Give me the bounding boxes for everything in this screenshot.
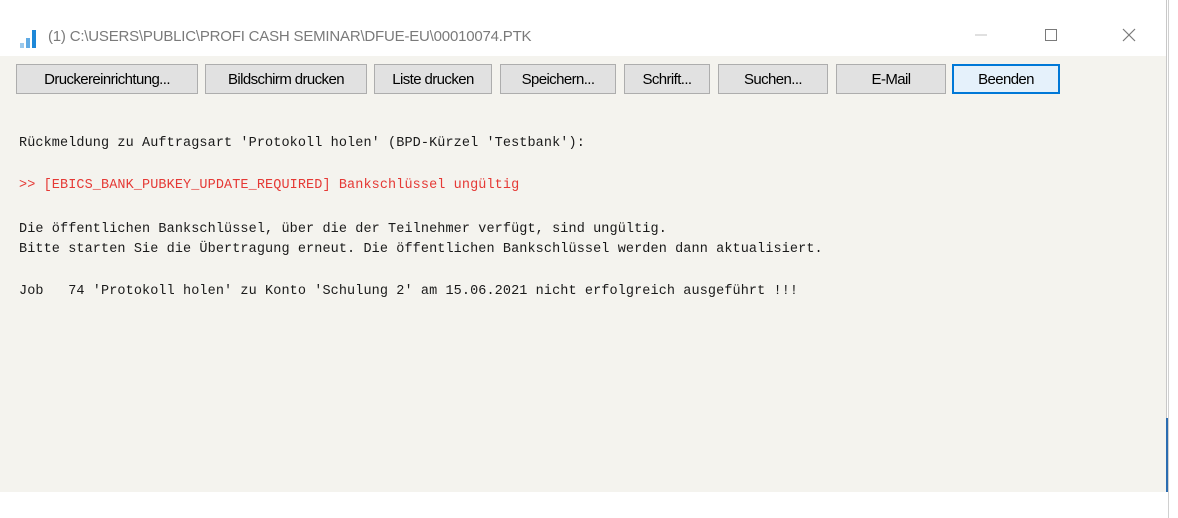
bildschirm-drucken-button[interactable]: Bildschirm drucken (205, 64, 367, 94)
title-bar: (1) C:\USERS\PUBLIC\PROFI CASH SEMINAR\D… (0, 0, 1166, 56)
suchen-button[interactable]: Suchen... (718, 64, 828, 94)
email-button[interactable]: E-Mail (836, 64, 946, 94)
maximize-icon (1045, 29, 1057, 41)
speichern-button[interactable]: Speichern... (500, 64, 616, 94)
druckereinrichtung-button[interactable]: Druckereinrichtung... (16, 64, 198, 94)
liste-drucken-button[interactable]: Liste drucken (374, 64, 492, 94)
message-line-2: Bitte starten Sie die Übertragung erneut… (19, 242, 823, 257)
window-title: (1) C:\USERS\PUBLIC\PROFI CASH SEMINAR\D… (48, 28, 532, 45)
job-status-line: Job 74 'Protokoll holen' zu Konto 'Schul… (19, 284, 799, 299)
minimize-icon (975, 34, 987, 36)
close-button[interactable] (1106, 18, 1152, 52)
error-line: >> [EBICS_BANK_PUBKEY_UPDATE_REQUIRED] B… (19, 178, 520, 193)
schrift-button[interactable]: Schrift... (624, 64, 710, 94)
minimize-button[interactable] (958, 18, 1004, 52)
message-line-1: Die öffentlichen Bankschlüssel, über die… (19, 222, 667, 237)
window-edge (1168, 0, 1169, 518)
protocol-window: (1) C:\USERS\PUBLIC\PROFI CASH SEMINAR\D… (0, 0, 1169, 492)
toolbar: Druckereinrichtung... Bildschirm drucken… (0, 60, 1166, 102)
close-icon (1122, 28, 1136, 42)
protocol-text-area[interactable]: Rückmeldung zu Auftragsart 'Protokoll ho… (0, 102, 1166, 492)
signal-bars-icon (20, 30, 42, 48)
response-heading-line: Rückmeldung zu Auftragsart 'Protokoll ho… (19, 136, 585, 151)
beenden-button[interactable]: Beenden (952, 64, 1060, 94)
maximize-button[interactable] (1028, 18, 1074, 52)
